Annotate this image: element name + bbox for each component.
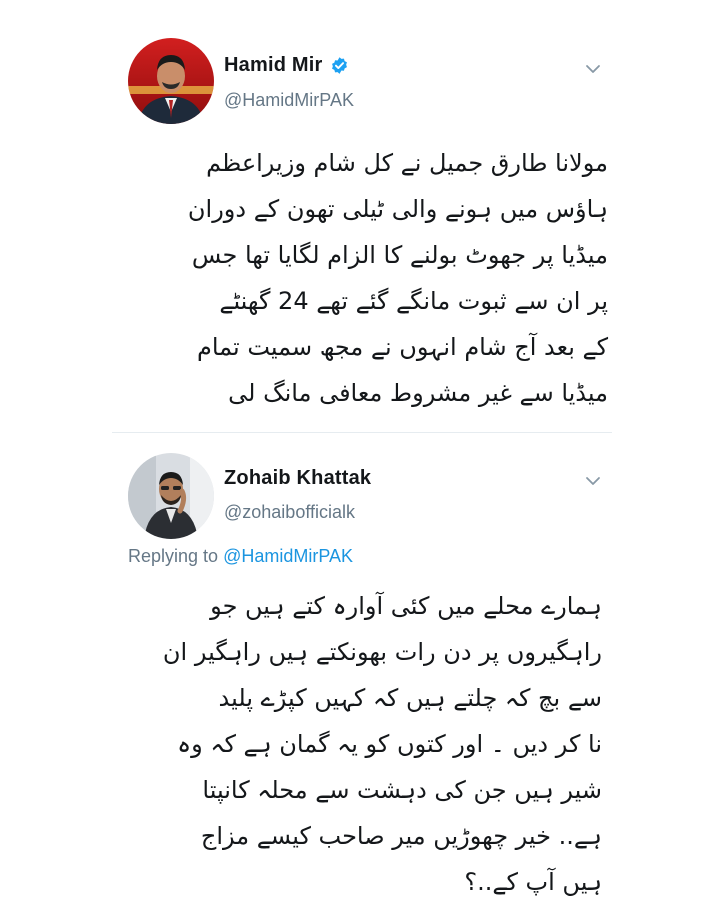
avatar[interactable] <box>128 38 214 124</box>
avatar-image <box>128 38 214 124</box>
tweet-text-line: ہاؤس میں ہونے والی ٹیلی تھون کے دوران <box>187 195 608 223</box>
tweet-text-line: ہمارے محلے میں کئی آوارہ کتے ہیں جو <box>210 592 602 620</box>
tweet-text-line: ہیں آپ کے..؟ <box>464 868 602 896</box>
tweet-text-line: سے بچ کہ چلتے ہیں کہ کہیں کپڑے پلید <box>218 684 602 712</box>
tweet-text-line: پر ان سے ثبوت مانگے گئے تھے 24 گھنٹے <box>219 287 608 315</box>
avatar[interactable] <box>128 453 214 539</box>
verified-badge-icon <box>330 56 349 75</box>
author-name-row: Zohaib Khattak <box>224 467 371 490</box>
author-name[interactable]: Hamid Mir <box>224 54 322 77</box>
tweet-text: مولانا طارق جمیل نے کل شام وزیراعظم ہاؤس… <box>128 140 608 416</box>
replying-mention-link[interactable]: @HamidMirPAK <box>223 546 353 566</box>
tweet-text-line: شیر ہیں جن کی دہشت سے محلہ کانپتا <box>202 776 602 804</box>
author-handle[interactable]: @HamidMirPAK <box>224 90 354 111</box>
tweet-text-line: میڈیا سے غیر مشروط معافی مانگ لی <box>228 379 608 407</box>
avatar-image <box>128 453 214 539</box>
tweet-text-line: راہگیروں پر دن رات بھونکتے ہیں راہگیر ان <box>162 638 602 666</box>
tweet-text-line: میڈیا پر جھوٹ بولنے کا الزام لگایا تھا ج… <box>191 241 608 269</box>
author-handle[interactable]: @zohaibofficialk <box>224 502 355 523</box>
tweet-text-line: نا کر دیں ۔ اور کتوں کو یہ گمان ہے کہ وہ <box>177 730 602 758</box>
tweet-hamid-mir: Hamid Mir @HamidMirPAK مولانا طارق جمیل … <box>0 0 720 430</box>
replying-prefix: Replying to <box>128 546 219 566</box>
tweet-divider <box>112 432 612 433</box>
tweet-text-line: ہے.. خیر چھوڑیں میر صاحب کیسے مزاج <box>200 822 602 850</box>
chevron-down-icon[interactable] <box>582 470 604 492</box>
tweet-text-line: مولانا طارق جمیل نے کل شام وزیراعظم <box>206 149 608 177</box>
tweet-text: ہمارے محلے میں کئی آوارہ کتے ہیں جو راہگ… <box>122 583 602 900</box>
author-name[interactable]: Zohaib Khattak <box>224 467 371 490</box>
replying-to: Replying to @HamidMirPAK <box>128 546 353 567</box>
author-name-row: Hamid Mir <box>224 54 349 77</box>
tweet-text-line: کے بعد آج شام انہوں نے مجھ سمیت تمام <box>196 333 608 361</box>
chevron-down-icon[interactable] <box>582 58 604 80</box>
tweet-zohaib-khattak: Zohaib Khattak @zohaibofficialk Replying… <box>0 438 720 900</box>
